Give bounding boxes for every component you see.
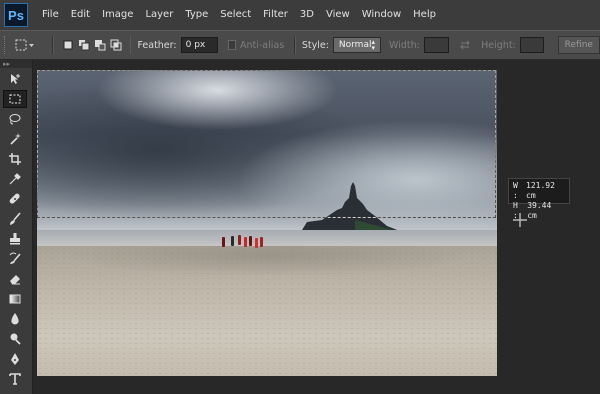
tool-preset-picker[interactable] — [11, 35, 38, 55]
selection-size-readout: W : 121.92 cm H : 39.44 cm — [508, 178, 570, 220]
intersect-selection-icon[interactable] — [110, 39, 122, 51]
rectangular-marquee-icon — [15, 39, 27, 51]
image-sand — [37, 246, 497, 376]
menu-image[interactable]: Image — [96, 0, 139, 30]
height-input[interactable] — [519, 37, 544, 53]
menu-window[interactable]: Window — [356, 0, 407, 30]
menu-view[interactable]: View — [320, 0, 356, 30]
anti-alias-checkbox[interactable] — [228, 40, 236, 50]
crosshair-cursor-icon — [513, 213, 527, 227]
gradient-icon[interactable] — [3, 290, 27, 308]
width-input[interactable] — [423, 37, 450, 53]
separator — [294, 36, 296, 54]
refine-edge-button[interactable]: Refine — [557, 36, 600, 54]
new-selection-icon[interactable] — [62, 39, 74, 51]
menu-layer[interactable]: Layer — [139, 0, 179, 30]
eyedropper-icon[interactable] — [3, 170, 27, 188]
style-select[interactable]: Normal ▴ ▾ — [332, 37, 382, 53]
style-select-value: Normal — [338, 40, 372, 50]
brush-icon[interactable] — [3, 210, 27, 228]
select-arrows-icon: ▴ ▾ — [371, 38, 376, 52]
blur-icon[interactable] — [3, 310, 27, 328]
menu-help[interactable]: Help — [407, 0, 442, 30]
tools-panel: ▸▸ — [0, 60, 33, 394]
clone-stamp-icon[interactable] — [3, 230, 27, 248]
magic-wand-icon[interactable] — [3, 130, 27, 148]
menu-type[interactable]: Type — [179, 0, 214, 30]
options-bar: Feather: 0 px Anti-alias Style: Normal ▴… — [0, 30, 600, 60]
dodge-icon[interactable] — [3, 330, 27, 348]
rectangular-marquee-icon[interactable] — [3, 90, 27, 108]
history-brush-icon[interactable] — [3, 250, 27, 268]
width-readout-label: W : — [513, 181, 518, 200]
style-label: Style: — [301, 39, 329, 51]
move-tool-icon[interactable] — [3, 70, 27, 88]
anti-alias-label: Anti-alias — [239, 39, 285, 51]
image-people — [222, 233, 272, 253]
eraser-icon[interactable] — [3, 270, 27, 288]
type-icon[interactable] — [3, 370, 27, 388]
separator — [129, 36, 132, 54]
marquee-selection[interactable] — [37, 70, 496, 218]
menu-edit[interactable]: Edit — [65, 0, 96, 30]
menu-bar: Ps File Edit Image Layer Type Select Fil… — [0, 0, 600, 30]
feather-label: Feather: — [137, 39, 177, 51]
swap-width-height-icon[interactable] — [459, 39, 471, 51]
menu-filter[interactable]: Filter — [257, 0, 294, 30]
photoshop-logo: Ps — [4, 3, 28, 27]
collapse-panel-icon[interactable]: ▸▸ — [0, 60, 32, 68]
lasso-icon[interactable] — [3, 110, 27, 128]
chevron-down-icon — [29, 43, 35, 47]
add-to-selection-icon[interactable] — [78, 39, 90, 51]
width-label: Width: — [389, 39, 420, 51]
pen-icon[interactable] — [3, 350, 27, 368]
canvas-image[interactable] — [37, 70, 497, 376]
feather-input[interactable]: 0 px — [180, 37, 219, 53]
height-label: Height: — [481, 39, 516, 51]
menu-file[interactable]: File — [36, 0, 65, 30]
options-bar-grip[interactable] — [4, 36, 7, 54]
menu-select[interactable]: Select — [214, 0, 257, 30]
healing-brush-icon[interactable] — [3, 190, 27, 208]
menu-3d[interactable]: 3D — [294, 0, 320, 30]
height-readout-value: 39.44 cm — [527, 201, 552, 220]
subtract-from-selection-icon[interactable] — [94, 39, 106, 51]
crop-icon[interactable] — [3, 150, 27, 168]
width-readout-value: 121.92 cm — [526, 181, 555, 200]
separator — [52, 36, 54, 54]
